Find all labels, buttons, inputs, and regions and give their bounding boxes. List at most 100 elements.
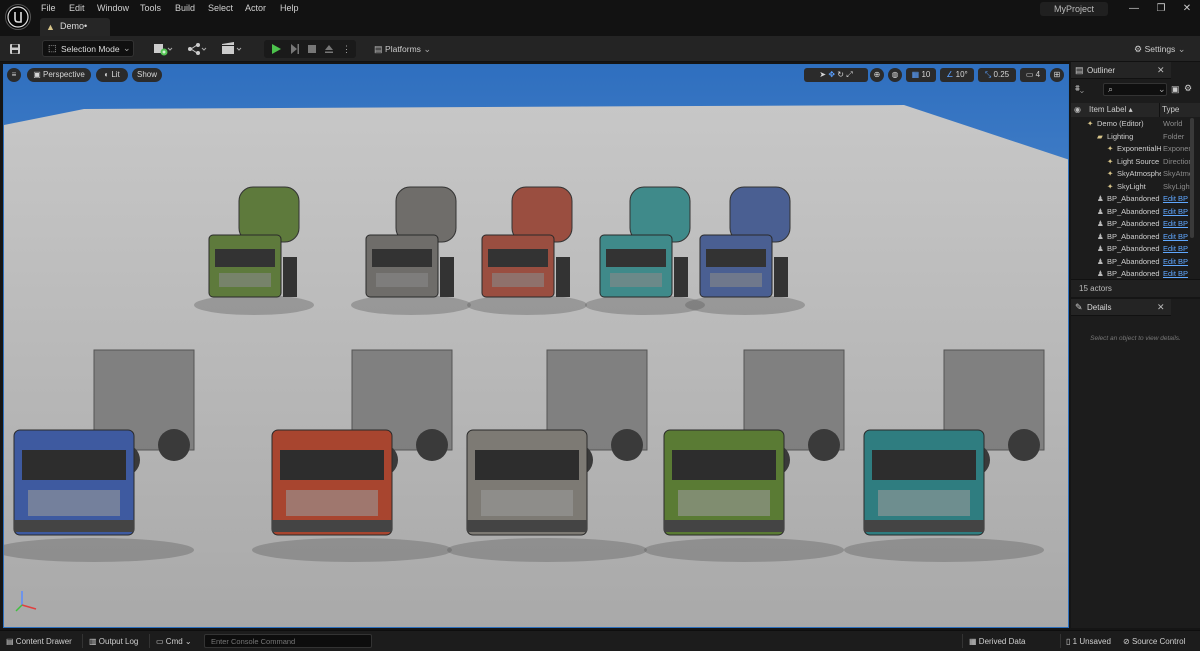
outliner-row[interactable]: ♟ BP_Abandoned Edit BP <box>1071 218 1193 231</box>
outliner-row[interactable]: ▰ Lighting Folder <box>1071 131 1193 144</box>
add-content-icon[interactable] <box>152 40 174 58</box>
output-log-button[interactable]: ▥ Output Log <box>89 635 138 648</box>
menu-select[interactable]: Select <box>208 2 233 14</box>
outliner-row[interactable]: ✦Light SourceDirectionalLight <box>1071 156 1193 169</box>
outliner-row[interactable]: ♟ BP_Abandoned Edit BP <box>1071 268 1193 278</box>
outliner-tab[interactable]: ▤ Outliner ✕ <box>1071 62 1171 79</box>
outliner-row[interactable]: ✦ SkyLight SkyLight <box>1071 181 1193 194</box>
eject-icon[interactable] <box>324 40 336 58</box>
platforms-label: Platforms <box>385 44 421 54</box>
column-item-label[interactable]: Item Label ▴ <box>1089 105 1133 114</box>
close-tab-icon[interactable]: ✕ <box>1157 302 1165 313</box>
show-button[interactable]: Show <box>132 68 162 82</box>
outliner-settings-icon[interactable]: ⚙ <box>1184 83 1192 94</box>
outliner-row[interactable]: ♟ BP_Abandoned Edit BP <box>1071 256 1193 269</box>
more-options-icon[interactable]: ⋮ <box>342 40 352 58</box>
outliner-row-type: SkyAtmosphere <box>1163 169 1193 178</box>
unreal-logo-icon[interactable] <box>5 4 31 30</box>
close-tab-icon[interactable]: ✕ <box>1157 65 1165 76</box>
outliner-tree: ✦ Demo (Editor) World ▰ Lighting Folder ✦ Expon… <box>1071 118 1193 278</box>
camera-speed-button[interactable]: ▭ 4 <box>1020 68 1046 82</box>
details-icon: ✎ <box>1075 302 1083 312</box>
cinematics-icon[interactable] <box>220 40 244 58</box>
details-tab[interactable]: ✎ Details ✕ <box>1071 299 1171 316</box>
outliner-row-type: Folder <box>1163 131 1185 141</box>
maximize-icon[interactable]: ❐ <box>1150 2 1172 16</box>
new-folder-icon[interactable]: ▣ <box>1171 84 1180 95</box>
outliner-panel: ▤ Outliner ✕ ⩩⌄ ⌕ ⌄ ▣ ⚙ ◉ Item Label ▴ T… <box>1071 62 1200 297</box>
cmd-dropdown[interactable]: ▭ Cmd ⌄ <box>156 635 192 648</box>
outliner-search-input[interactable]: ⌕ ⌄ <box>1103 83 1167 96</box>
scale-icon[interactable]: ⤢ <box>846 70 852 79</box>
divider <box>82 634 83 648</box>
minimize-icon[interactable]: — <box>1123 2 1145 16</box>
rotation-snap-button[interactable]: ∠ 10° <box>940 68 974 82</box>
world-space-icon[interactable]: ⊕ <box>870 68 884 82</box>
edit-blueprint-link[interactable]: Edit BP <box>1163 193 1193 206</box>
scale-snap-icon: ⤡ <box>984 70 992 79</box>
edit-blueprint-link[interactable]: Edit BP <box>1163 231 1193 244</box>
move-icon[interactable]: ✥ <box>828 70 835 79</box>
close-icon[interactable]: ✕ <box>1176 2 1198 16</box>
outliner-row-label: Light Source <box>1117 156 1160 166</box>
settings-button[interactable]: ⚙ Settings ⌄ <box>1134 40 1194 58</box>
edit-blueprint-link[interactable]: Edit BP <box>1163 206 1193 219</box>
perspective-button[interactable]: ▣ Perspective <box>27 68 91 82</box>
outliner-row[interactable]: ♟ BP_Abandoned Edit BP <box>1071 206 1193 219</box>
actor-icon: ♟ <box>1097 219 1104 228</box>
outliner-row[interactable]: ✦SkyAtmosphereSkyAtmosphere <box>1071 168 1193 181</box>
menu-window[interactable]: Window <box>97 2 129 14</box>
viewport-scene[interactable] <box>4 65 1069 628</box>
folder-icon: ▰ <box>1097 131 1103 141</box>
perspective-label: Perspective <box>43 70 85 79</box>
outliner-row[interactable]: ✦ Demo (Editor) World <box>1071 118 1193 131</box>
console-command-input[interactable] <box>204 634 372 648</box>
outliner-row-label: ExponentialHeightFog <box>1117 144 1161 153</box>
source-control-button[interactable]: ⊘ Source Control <box>1123 635 1185 648</box>
stop-icon[interactable] <box>307 40 319 58</box>
layout-icon[interactable]: ⊞ <box>1050 68 1064 82</box>
edit-blueprint-link[interactable]: Edit BP <box>1163 256 1193 269</box>
outliner-row[interactable]: ♟ BP_Abandoned Edit BP <box>1071 231 1193 244</box>
filter-icon[interactable]: ⩩⌄ <box>1075 83 1084 94</box>
menu-help[interactable]: Help <box>280 2 299 14</box>
rotate-icon[interactable]: ↻ <box>837 70 844 79</box>
blueprint-icon[interactable] <box>186 40 208 58</box>
outliner-scrollbar[interactable] <box>1190 118 1194 238</box>
selection-mode-icon: ⬚ <box>48 43 57 53</box>
step-icon[interactable] <box>290 40 302 58</box>
unsaved-button[interactable]: ▯ 1 Unsaved <box>1066 635 1111 648</box>
menu-build[interactable]: Build <box>175 2 195 14</box>
output-log-label: Output Log <box>98 637 139 646</box>
viewport-menu-icon[interactable]: ≡ <box>7 68 21 82</box>
save-icon[interactable] <box>9 40 23 58</box>
menu-actor[interactable]: Actor <box>245 2 266 14</box>
level-viewport[interactable]: ≡ ▣ Perspective ◐ Lit Show ➤ ✥ ↻ ⤢ ⊕ ◍ ▦… <box>3 64 1069 628</box>
level-tab[interactable]: ▲ Demo• <box>40 18 110 36</box>
content-drawer-button[interactable]: ▤ Content Drawer <box>6 635 72 648</box>
menu-edit[interactable]: Edit <box>69 2 85 14</box>
unsaved-icon: ▯ <box>1066 637 1071 646</box>
lit-button[interactable]: ◐ Lit <box>96 68 128 82</box>
edit-blueprint-link[interactable]: Edit BP <box>1163 218 1193 231</box>
column-type[interactable]: Type <box>1162 105 1179 114</box>
eye-icon[interactable]: ◉ <box>1074 105 1081 114</box>
play-icon[interactable] <box>270 40 284 58</box>
outliner-row[interactable]: ✦ExponentialHeightFogExponentialHeightFo… <box>1071 143 1193 156</box>
platforms-dropdown[interactable]: ▤ Platforms ⌄ <box>374 40 444 58</box>
edit-blueprint-link[interactable]: Edit BP <box>1163 268 1193 278</box>
outliner-row[interactable]: ♟ BP_Abandoned Edit BP <box>1071 243 1193 256</box>
menu-tools[interactable]: Tools <box>140 2 161 14</box>
menu-file[interactable]: File <box>41 2 56 14</box>
edit-blueprint-link[interactable]: Edit BP <box>1163 243 1193 256</box>
menu-bar: File Edit Window Tools Build Select Acto… <box>0 0 1200 36</box>
chevron-down-icon: ⌄ <box>423 44 431 54</box>
selection-mode-dropdown[interactable]: ⬚ Selection Mode ⌄ <box>42 40 134 57</box>
surface-snap-icon[interactable]: ◍ <box>888 68 902 82</box>
select-icon[interactable]: ➤ <box>819 70 826 79</box>
derived-data-button[interactable]: ▦ Derived Data <box>969 635 1025 648</box>
outliner-row[interactable]: ♟ BP_Abandoned Edit BP <box>1071 193 1193 206</box>
scale-snap-button[interactable]: ⤡ 0.25 <box>978 68 1016 82</box>
grid-snap-button[interactable]: ▦ 10 <box>906 68 936 82</box>
grid-snap-value: 10 <box>921 70 931 79</box>
